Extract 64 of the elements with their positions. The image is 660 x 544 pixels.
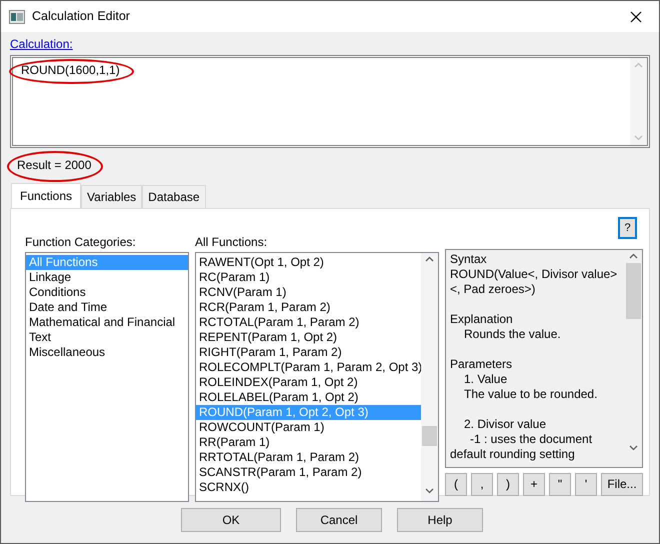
description-text: Syntax	[450, 252, 488, 267]
window-title: Calculation Editor	[32, 8, 130, 26]
insert-button[interactable]: "	[549, 473, 571, 496]
app-icon	[9, 10, 25, 24]
scroll-up-icon	[634, 62, 643, 68]
close-icon	[630, 10, 642, 22]
scroll-up-icon	[629, 253, 638, 259]
description-text: 1. Value	[463, 372, 508, 387]
list-item[interactable]: RAWENT(Opt 1, Opt 2)	[196, 255, 421, 270]
list-item[interactable]: RCR(Param 1, Param 2)	[196, 300, 421, 315]
insert-button[interactable]: (	[445, 473, 467, 496]
functions-label: All Functions:	[195, 234, 268, 251]
scroll-thumb[interactable]	[626, 263, 641, 319]
insert-button[interactable]: )	[497, 473, 519, 496]
calculation-link[interactable]: Calculation:	[10, 35, 73, 53]
list-item[interactable]: RRTOTAL(Param 1, Param 2)	[196, 450, 421, 465]
description-text: The value to be rounded.	[463, 387, 598, 402]
insert-button[interactable]: File...	[601, 473, 643, 496]
list-item[interactable]: RIGHT(Param 1, Param 2)	[196, 345, 421, 360]
list-item[interactable]: RR(Param 1)	[196, 435, 421, 450]
tab[interactable]: Functions	[11, 183, 82, 208]
dialog-button[interactable]: Cancel	[296, 508, 382, 532]
functions-listbox[interactable]	[195, 252, 439, 502]
description-text: Parameters	[450, 357, 514, 372]
categories-label: Function Categories:	[25, 234, 137, 251]
list-item[interactable]: Text	[26, 330, 188, 345]
tab[interactable]: Database	[142, 185, 206, 208]
tab[interactable]: Variables	[81, 185, 142, 208]
list-item[interactable]: Date and Time	[26, 300, 188, 315]
scroll-down-icon	[629, 445, 638, 451]
result-text: Result = 2000	[17, 157, 92, 174]
list-item[interactable]: Mathematical and Financial	[26, 315, 188, 330]
list-item[interactable]: ROLELABEL(Param 1, Opt 2)	[196, 390, 421, 405]
list-item[interactable]: Miscellaneous	[26, 345, 188, 360]
insert-button[interactable]: '	[575, 473, 597, 496]
scrollbar[interactable]	[630, 58, 647, 145]
dialog-button[interactable]: OK	[181, 508, 281, 532]
description-text: Rounds the value.	[463, 327, 562, 342]
categories-listbox[interactable]: All Functions Linkage Conditions Date and Time Mathematical and Financial Text Miscellaneous	[25, 252, 189, 502]
dialog-button[interactable]: Help	[397, 508, 483, 532]
description-text: 2. Divisor value	[463, 417, 548, 432]
description-text: ROUND(Value<, Divisor value><, Pad zeroes>)	[450, 267, 618, 297]
scroll-down-icon	[425, 488, 434, 494]
list-item[interactable]: Linkage	[26, 270, 188, 285]
list-item[interactable]: ROWCOUNT(Param 1)	[196, 420, 421, 435]
description-text: -1 : uses the document default rounding setting	[450, 432, 594, 462]
list-item[interactable]: ROLEINDEX(Param 1, Opt 2)	[196, 375, 421, 390]
calculation-text: ROUND(1600,1,1)	[21, 63, 120, 77]
list-item[interactable]: RC(Param 1)	[196, 270, 421, 285]
help-button[interactable]: ?	[618, 217, 637, 239]
list-item[interactable]: RCNV(Param 1)	[196, 285, 421, 300]
list-item[interactable]: Conditions	[26, 285, 188, 300]
insert-button[interactable]: +	[523, 473, 545, 496]
list-item[interactable]: SCRNX()	[196, 480, 421, 495]
scroll-thumb[interactable]	[422, 426, 437, 446]
insert-button[interactable]: ,	[471, 473, 493, 496]
scroll-down-icon	[634, 135, 643, 141]
list-item[interactable]: REPENT(Param 1, Opt 2)	[196, 330, 421, 345]
calculation-field[interactable]: ROUND(1600,1,1)	[10, 55, 650, 148]
scrollbar[interactable]	[421, 253, 438, 501]
scroll-up-icon	[425, 256, 434, 262]
description-text: Explanation	[450, 312, 514, 327]
list-item[interactable]: RCTOTAL(Param 1, Param 2)	[196, 315, 421, 330]
list-item[interactable]: SCANSTR(Param 1, Param 2)	[196, 465, 421, 480]
